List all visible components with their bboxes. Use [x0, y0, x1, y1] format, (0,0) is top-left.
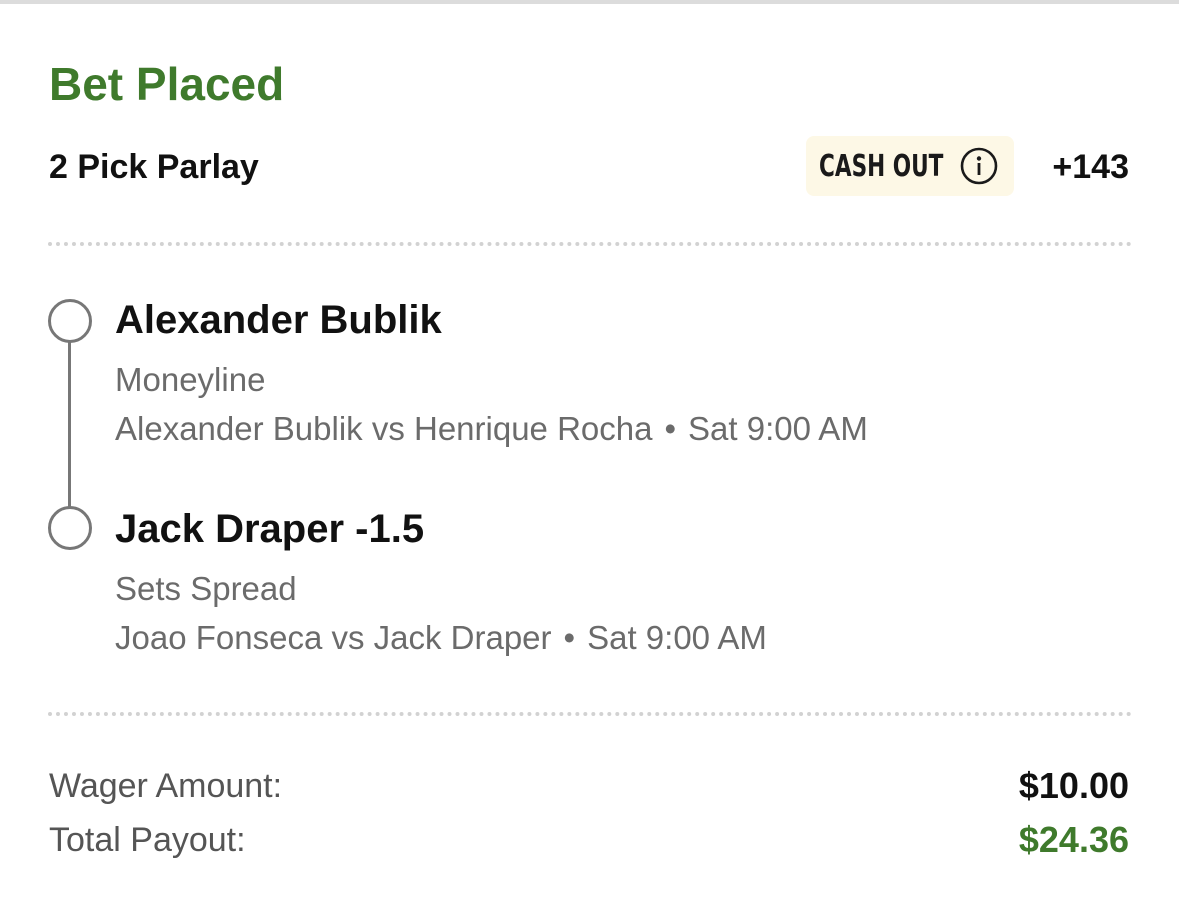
parlay-odds: +143	[1052, 148, 1129, 186]
wager-amount-label: Wager Amount:	[49, 767, 283, 805]
bet-status-title: Bet Placed	[49, 58, 285, 110]
leg-market: Sets Spread	[115, 570, 297, 607]
cash-out-label: CASH OUT	[819, 148, 944, 184]
bullet-separator: •	[563, 619, 576, 656]
leg-matchup: Joao Fonseca vs Jack Draper	[115, 619, 552, 656]
total-payout-label: Total Payout:	[49, 821, 246, 859]
leg-event-info: Alexander Bublik vs Henrique Rocha • Sat 9…	[115, 409, 868, 449]
total-payout-value: $24.36	[1018, 819, 1129, 860]
leg-selection: Alexander Bublik	[115, 298, 442, 342]
bullet-separator: •	[664, 410, 677, 447]
empty-circle-icon	[48, 506, 92, 550]
leg-time: Sat 9:00 AM	[688, 410, 868, 447]
divider	[48, 712, 1132, 716]
leg-time: Sat 9:00 AM	[587, 619, 767, 656]
leg-market: Moneyline	[115, 361, 266, 398]
divider	[48, 242, 1132, 246]
leg-matchup: Alexander Bublik vs Henrique Rocha	[115, 410, 653, 447]
info-icon[interactable]	[959, 146, 999, 186]
wager-amount-value: $10.00	[1018, 765, 1129, 806]
leg-event-info: Joao Fonseca vs Jack Draper • Sat 9:00 AM	[115, 618, 767, 658]
leg-selection: Jack Draper -1.5	[115, 507, 425, 551]
empty-circle-icon	[48, 299, 92, 343]
top-border	[0, 0, 1179, 4]
bet-type-label: 2 Pick Parlay	[49, 148, 259, 186]
cash-out-button[interactable]: CASH OUT	[806, 136, 1014, 196]
leg-connector-line	[68, 336, 71, 508]
